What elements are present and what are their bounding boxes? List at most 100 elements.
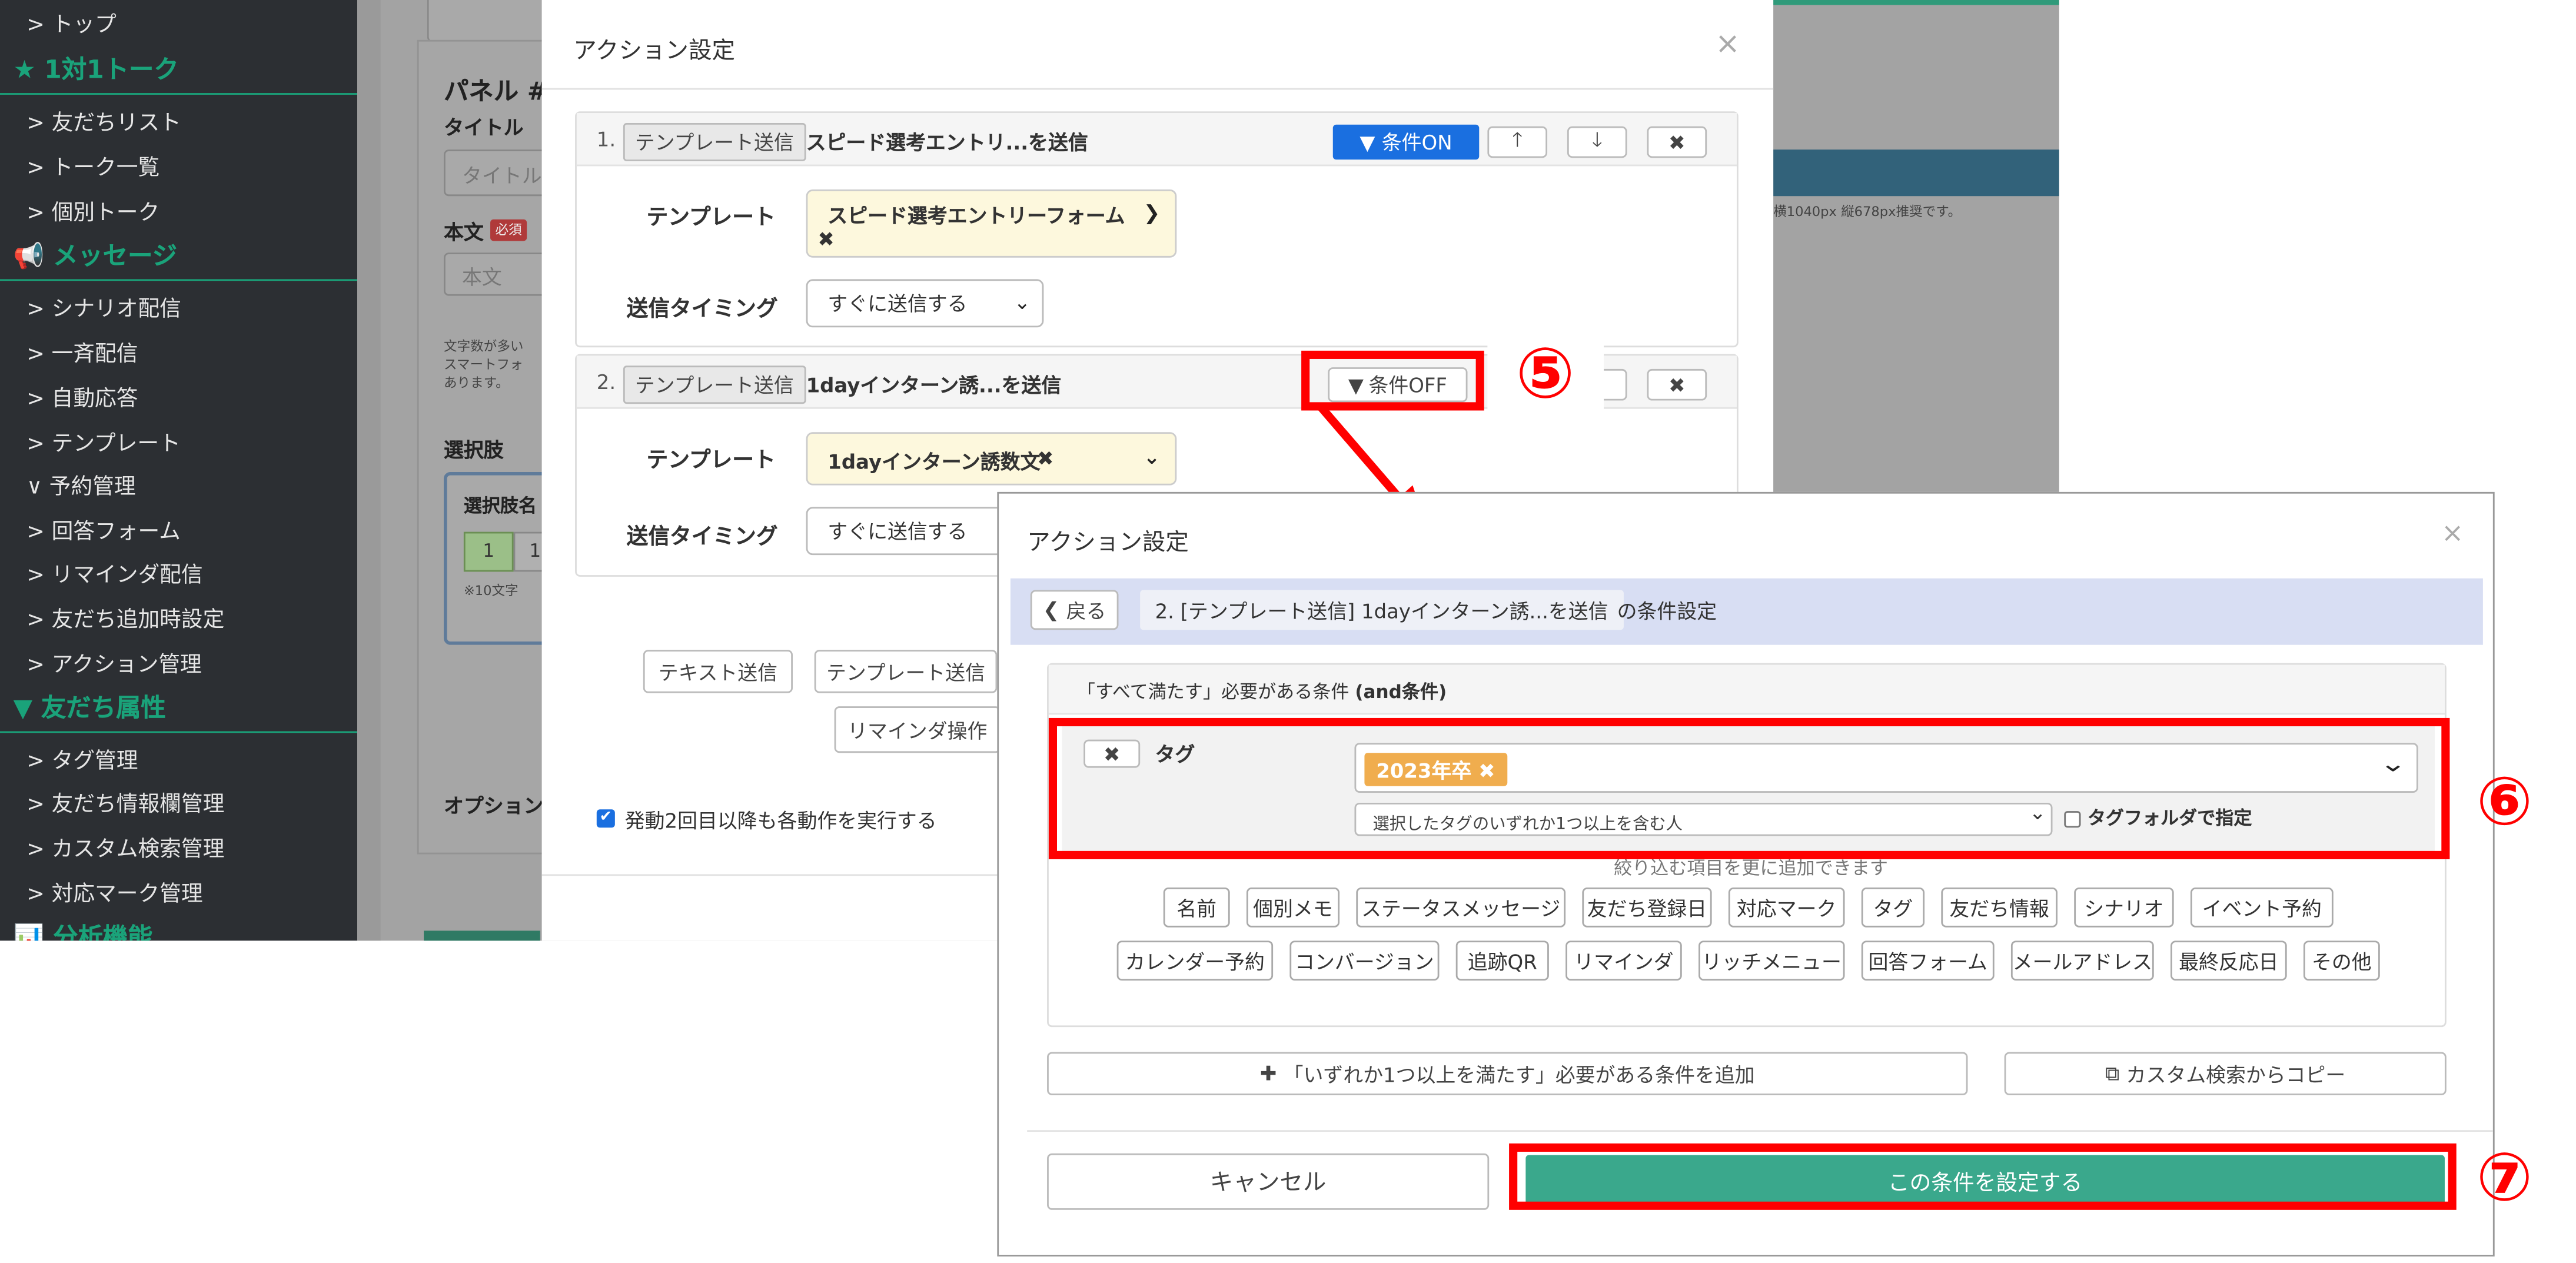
timing-value: すぐに送信する — [827, 293, 968, 316]
add-or-condition-button[interactable]: ✚ 「いずれか1つ以上を満たす」必要がある条件を追加 — [1047, 1052, 1968, 1095]
delete-action-1-button[interactable]: ✖ — [1647, 126, 1707, 158]
condition-on-label: 条件ON — [1381, 131, 1452, 155]
condition-type-button[interactable]: 個別メモ — [1246, 887, 1340, 928]
template-value: 1dayインターン誘数文 — [827, 450, 1041, 474]
sidebar-item[interactable]: > 回答フォーム — [26, 514, 181, 545]
condition-type-row-1: 名前 個別メモ ステータスメッセージ 友だち登録日 対応マーク タグ 友だち情報 シナリオ イベ… — [1049, 887, 2448, 930]
move-down-button[interactable]: 🡓 — [1567, 126, 1627, 158]
move-up-button[interactable]: 🡑 — [1487, 126, 1548, 158]
sidebar-item[interactable]: > テンプレート — [26, 426, 181, 457]
sidebar-section[interactable]: 📊 分析機能 — [14, 919, 153, 940]
arrow-down-icon: 🡓 — [1591, 128, 1603, 151]
char-note: ※10文字 — [463, 583, 518, 599]
action-1-type: テンプレート送信 — [623, 122, 806, 161]
sidebar-item[interactable]: > アクション管理 — [26, 646, 202, 678]
timing-select-1[interactable]: すぐに送信する ⌄ — [806, 279, 1044, 328]
sidebar-item[interactable]: > シナリオ配信 — [26, 291, 181, 322]
add-reminder-button[interactable]: リマインダ操作 — [834, 706, 1001, 753]
condition-type-button[interactable]: リマインダ — [1565, 940, 1682, 981]
bg-top-accent — [1773, 0, 2059, 5]
condition-type-button[interactable]: リッチメニュー — [1699, 940, 1845, 981]
chevron-down-icon: ⌄ — [1013, 291, 1031, 314]
condition-type-button[interactable]: コンバージョン — [1289, 940, 1440, 981]
sidebar-item[interactable]: > 自動応答 — [26, 381, 138, 412]
close-icon: ✖ — [1668, 373, 1686, 397]
annotation-box-6 — [1048, 717, 2450, 859]
sidebar-item[interactable]: > リマインダ配信 — [26, 557, 202, 588]
sidebar-item[interactable]: > 友だち追加時設定 — [26, 601, 224, 633]
body-note: 文字数が多い スマートフォ あります。 — [443, 339, 524, 391]
sidebar-item[interactable]: > 対応マーク管理 — [26, 876, 202, 907]
condition-settings-modal: アクション設定 × ❮ 戻る 2. [テンプレート送信] 1dayインターン誘..… — [997, 491, 2495, 1257]
condition-type-button[interactable]: 対応マーク — [1728, 887, 1845, 928]
add-or-condition-label: 「いずれか1つ以上を満たす」必要がある条件を追加 — [1283, 1062, 1755, 1086]
delete-action-2-button[interactable]: ✖ — [1647, 368, 1707, 401]
condition-type-button[interactable]: シナリオ — [2074, 887, 2174, 928]
close-icon: ✖ — [1668, 130, 1686, 154]
scrollbar[interactable] — [357, 0, 381, 941]
copy-icon: ⧉ — [2105, 1061, 2120, 1085]
action-2-desc: 1dayインターン誘...を送信 — [806, 374, 1062, 397]
timing-label: 送信タイミング — [626, 525, 778, 550]
sidebar-section-divider — [0, 279, 358, 281]
sidebar-item[interactable]: > 友だち情報欄管理 — [26, 786, 224, 817]
add-template-button[interactable]: テンプレート送信 — [814, 650, 998, 693]
back-button[interactable]: ❮ 戻る — [1030, 590, 1119, 630]
sidebar-item[interactable]: > 一斉配信 — [26, 335, 138, 367]
condition-type-button[interactable]: 追跡QR — [1455, 940, 1549, 981]
divider — [541, 88, 1774, 90]
back-label: 戻る — [1066, 599, 1106, 623]
bg-green-bar — [424, 930, 540, 941]
sidebar-section[interactable]: ▼ 友だち属性 — [14, 690, 166, 724]
condition-type-button[interactable]: 最終反応日 — [2171, 940, 2287, 981]
modal-title: アクション設定 — [573, 38, 736, 65]
option-label: オプション — [443, 794, 544, 818]
template-label: テンプレート — [646, 448, 776, 474]
bg-tab — [427, 0, 547, 44]
choice-tab-1[interactable]: 1 — [463, 531, 514, 572]
chevron-left-icon: ❮ — [1042, 598, 1060, 622]
sidebar-item[interactable]: > タグ管理 — [26, 743, 138, 775]
repeat-checkbox[interactable]: ✔ — [596, 809, 615, 828]
condition-type-button[interactable]: カレンダー予約 — [1116, 940, 1274, 981]
close-icon[interactable]: × — [2441, 517, 2464, 549]
condition-type-button[interactable]: 名前 — [1163, 887, 1230, 928]
sidebar-item[interactable]: ∨ 予約管理 — [26, 468, 135, 500]
template-select-1[interactable]: スピード選考エントリーフォーム ✖ ❯ — [806, 189, 1177, 258]
condition-type-button[interactable]: イベント予約 — [2190, 887, 2334, 928]
clear-icon[interactable]: ✖ — [1037, 447, 1053, 471]
condition-type-button[interactable]: 友だち情報 — [1941, 887, 2058, 928]
close-icon[interactable]: × — [1715, 26, 1740, 61]
condition-type-button[interactable]: その他 — [2303, 940, 2380, 981]
add-text-button[interactable]: テキスト送信 — [643, 650, 793, 693]
cancel-button[interactable]: キャンセル — [1047, 1153, 1490, 1210]
sidebar-item[interactable]: > カスタム検索管理 — [26, 831, 224, 862]
template-select-2[interactable]: 1dayインターン誘数文 ✖ ⌄ — [806, 432, 1177, 486]
timing-value: すぐに送信する — [827, 520, 968, 544]
arrow-up-icon: 🡑 — [1512, 128, 1523, 151]
plus-icon: ✚ — [1259, 1062, 1277, 1086]
action-2-type: テンプレート送信 — [623, 365, 806, 404]
condition-type-button[interactable]: ステータスメッセージ — [1356, 887, 1566, 928]
condition-type-button[interactable]: 友だち登録日 — [1582, 887, 1712, 928]
copy-custom-search-button[interactable]: ⧉ カスタム検索からコピー — [2004, 1052, 2447, 1095]
annotation-number-5: ⑤ — [1515, 332, 1575, 414]
sidebar-item[interactable]: > 友だちリスト — [26, 105, 181, 136]
sidebar-item[interactable]: > トップ — [26, 6, 117, 38]
clear-icon[interactable]: ✖ — [817, 228, 834, 251]
filter-icon: ▼ — [1360, 130, 1375, 154]
sidebar-section[interactable]: 📢 メッセージ — [14, 238, 177, 272]
sidebar-section[interactable]: ★ 1対1トーク — [14, 52, 179, 87]
sidebar-item[interactable]: > トーク一覧 — [26, 149, 159, 181]
repeat-label: 発動2回目以降も各動作を実行する — [624, 809, 937, 833]
condition-type-button[interactable]: 回答フォーム — [1861, 940, 1995, 981]
annotation-box-7 — [1509, 1143, 2457, 1210]
action-1-number: 1. — [596, 128, 616, 151]
chevron-down-icon: ⌄ — [1143, 445, 1161, 469]
condition-type-button[interactable]: タグ — [1861, 887, 1925, 928]
title-label: タイトル — [443, 116, 524, 140]
action-card-1: 1. テンプレート送信 スピード選考エントリ...を送信 ▼ 条件ON 🡑 🡓 ✖… — [575, 111, 1739, 348]
condition-type-button[interactable]: メールアドレス — [2010, 940, 2154, 981]
condition-on-button[interactable]: ▼ 条件ON — [1332, 124, 1480, 160]
sidebar-item[interactable]: > 個別トーク — [26, 194, 159, 226]
